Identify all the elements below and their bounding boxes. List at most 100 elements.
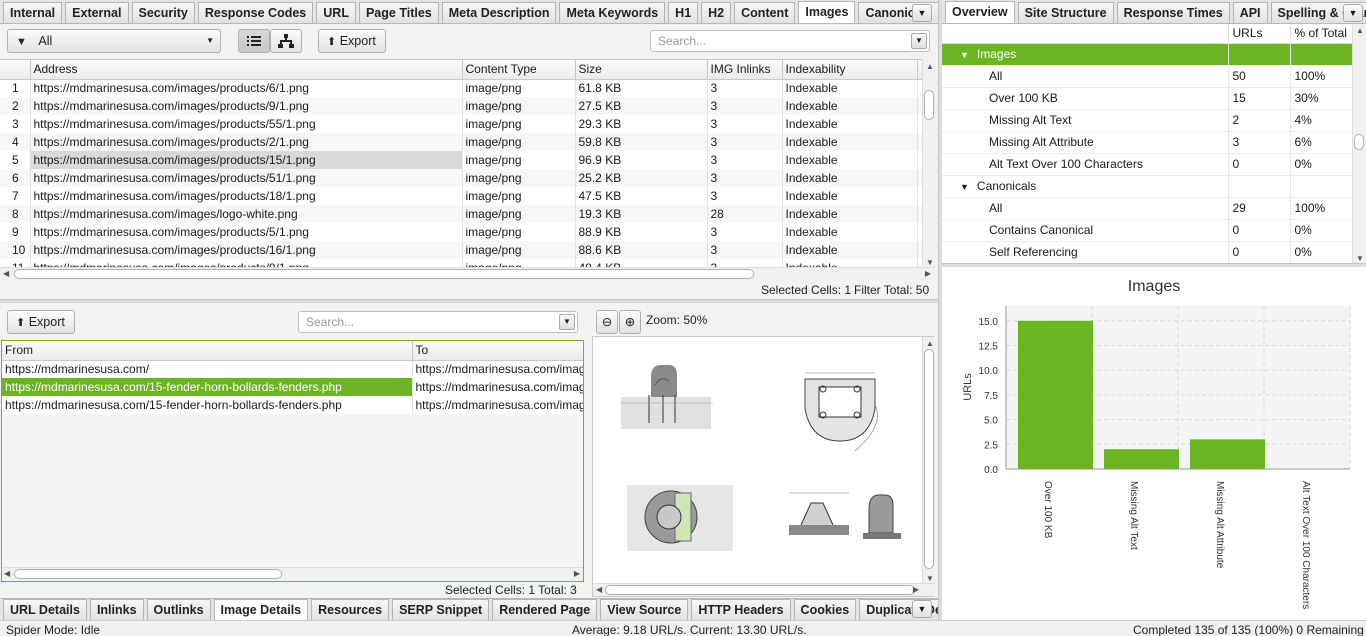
column-header[interactable]: Size (575, 60, 708, 80)
table-cell[interactable]: 11 (0, 259, 31, 267)
table-cell[interactable]: https://mdmarinesusa.com/images/products… (30, 223, 463, 241)
detail-tab-1[interactable]: Inlinks (89, 599, 144, 620)
table-cell[interactable]: Indexable (782, 133, 918, 151)
overview-column-header[interactable] (942, 24, 1229, 44)
table-cell[interactable]: 25.2 KB (575, 169, 708, 187)
detail-tab-2[interactable]: Outlinks (146, 599, 211, 620)
table-cell[interactable]: Indexable (782, 97, 918, 115)
overview-label-cell[interactable]: Contains Canonical (942, 219, 1229, 242)
table-cell[interactable]: 3 (707, 97, 783, 115)
overview-vscroll[interactable]: ▲ ▼ (1352, 24, 1365, 263)
preview-hscroll[interactable]: ◀ ▶ (593, 583, 935, 596)
bottom-tab-overflow-menu[interactable]: ▼ (912, 600, 932, 618)
table-cell[interactable]: 3 (707, 169, 783, 187)
table-cell[interactable]: https://mdmarinesusa.com/images/products… (30, 97, 463, 115)
table-row[interactable]: 11https://mdmarinesusa.com/images/produc… (0, 259, 922, 267)
export-button[interactable]: ⬆ Export (318, 29, 386, 53)
overview-row[interactable]: Missing Alt Text 2 4% (942, 109, 1352, 132)
table-cell[interactable]: https://mdmarinesusa.com/images/products… (30, 241, 463, 259)
table-cell[interactable]: Indexable (782, 241, 918, 259)
overview-label-cell[interactable]: Missing Alt Attribute (942, 131, 1229, 154)
inlinks-hscroll[interactable]: ◀ ▶ (2, 567, 583, 580)
overview-column-header[interactable]: URLs (1228, 24, 1291, 44)
column-header-index[interactable] (0, 60, 31, 80)
table-cell[interactable]: image/png (462, 259, 576, 267)
table-cell[interactable]: Indexable (782, 259, 918, 267)
table-cell[interactable]: 48.4 KB (575, 259, 708, 267)
tab-8[interactable]: H1 (668, 2, 699, 23)
overview-label-cell[interactable]: ▼ Images (942, 43, 1229, 66)
detail-tab-8[interactable]: HTTP Headers (691, 599, 791, 620)
table-cell[interactable]: 3 (707, 241, 783, 259)
column-header[interactable]: IMG Inlinks (707, 60, 783, 80)
table-row[interactable]: 7 https://mdmarinesusa.com/images/product… (0, 187, 922, 205)
expand-arrow-icon[interactable]: ▼ (960, 50, 969, 60)
table-row[interactable]: https://mdmarinesusa.com/15-fender-horn-… (2, 378, 583, 396)
overview-row[interactable]: Self Referencing 0 0% (942, 241, 1352, 263)
tab-11[interactable]: Images (798, 1, 856, 23)
table-cell[interactable]: https://mdmarinesusa.com/15-fender-horn-… (2, 396, 413, 414)
table-cell[interactable]: https://mdmarinesusa.com/images/products… (30, 187, 463, 205)
tab-10[interactable]: Content (734, 2, 796, 23)
table-cell[interactable]: image/png (462, 79, 576, 97)
overview-label-cell[interactable]: Alt Text Over 100 Characters (942, 153, 1229, 176)
column-header[interactable]: To (412, 341, 583, 361)
table-cell[interactable]: Indexable (782, 187, 918, 205)
main-table-vscroll[interactable]: ▲ ▼ (922, 60, 935, 267)
table-row[interactable]: https://mdmarinesusa.com/15-fender-horn-… (2, 396, 583, 414)
splitter[interactable] (0, 299, 938, 303)
preview-vscroll[interactable]: ▲ ▼ (922, 337, 935, 583)
overview-group-row[interactable]: ▼ Canonicals (942, 175, 1352, 198)
overview-row[interactable]: All 50 100% (942, 65, 1352, 88)
table-cell[interactable]: https://mdmarinesusa.com/images/products… (30, 133, 463, 151)
right-tab-overflow-menu[interactable]: ▼ (1343, 4, 1363, 22)
overview-row[interactable]: Contains Canonical 0 0% (942, 219, 1352, 242)
table-cell[interactable]: 3 (707, 187, 783, 205)
tab-overflow-menu[interactable]: ▼ (912, 4, 932, 22)
table-cell[interactable]: 2 (0, 97, 31, 115)
table-cell[interactable]: 3 (0, 115, 31, 133)
overview-label-cell[interactable]: Over 100 KB (942, 87, 1229, 110)
inlinks-export-button[interactable]: ⬆ Export (7, 310, 75, 334)
table-cell[interactable]: https://mdmarinesusa.com/images/products… (30, 115, 463, 133)
table-row[interactable]: 1 https://mdmarinesusa.com/images/product… (0, 79, 922, 97)
table-cell[interactable]: https://mdmarinesusa.com/images/products… (30, 169, 463, 187)
overview-column-header[interactable]: % of Total (1290, 24, 1352, 44)
overview-label-cell[interactable]: All (942, 65, 1229, 88)
detail-tab-0[interactable]: URL Details (3, 599, 87, 620)
tab-7[interactable]: Meta Keywords (559, 2, 666, 23)
table-cell[interactable]: 3 (707, 259, 783, 267)
table-cell[interactable]: 47.5 KB (575, 187, 708, 205)
zoom-out-button[interactable]: ⊖ (596, 310, 618, 334)
table-row[interactable]: 4 https://mdmarinesusa.com/images/product… (0, 133, 922, 151)
table-cell[interactable]: 96.9 KB (575, 151, 708, 169)
table-cell[interactable]: 3 (707, 151, 783, 169)
table-row[interactable]: 2 https://mdmarinesusa.com/images/product… (0, 97, 922, 115)
table-cell[interactable]: image/png (462, 187, 576, 205)
table-cell[interactable]: 7 (0, 187, 31, 205)
table-cell[interactable]: Indexable (782, 115, 918, 133)
overview-row[interactable]: Missing Alt Attribute 3 6% (942, 131, 1352, 154)
table-row[interactable]: 10 https://mdmarinesusa.com/images/produc… (0, 241, 922, 259)
table-cell[interactable]: Indexable (782, 205, 918, 223)
right-tab-1[interactable]: Site Structure (1017, 2, 1114, 23)
table-row[interactable]: 6 https://mdmarinesusa.com/images/product… (0, 169, 922, 187)
tree-view-button[interactable] (270, 29, 302, 53)
overview-group-row[interactable]: ▼ Images (942, 43, 1352, 66)
table-cell[interactable]: https://mdmarinesusa.com/15-fender-horn-… (2, 378, 413, 396)
column-header[interactable]: Indexability (782, 60, 918, 80)
search-input[interactable]: Search... ▼ (650, 30, 930, 52)
table-cell[interactable]: https://mdmarinesusa.com/images/products… (30, 259, 463, 267)
table-cell[interactable]: 59.8 KB (575, 133, 708, 151)
tab-3[interactable]: Response Codes (197, 2, 314, 23)
table-cell[interactable]: 3 (707, 223, 783, 241)
table-cell[interactable]: image/png (462, 205, 576, 223)
table-cell[interactable]: 3 (707, 133, 783, 151)
detail-tab-4[interactable]: Resources (311, 599, 390, 620)
table-cell[interactable]: 3 (707, 115, 783, 133)
overview-label-cell[interactable]: Self Referencing (942, 241, 1229, 263)
right-tab-0[interactable]: Overview (945, 1, 1015, 23)
table-cell[interactable]: https://mdmarinesusa.com/images/products… (412, 378, 583, 396)
overview-label-cell[interactable]: ▼ Canonicals (942, 175, 1229, 198)
table-cell[interactable]: 28 (707, 205, 783, 223)
